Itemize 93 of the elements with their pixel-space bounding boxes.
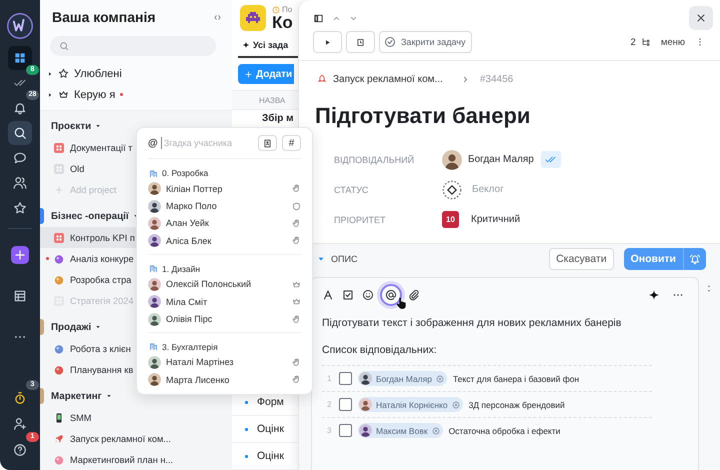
project-name: Розробка стра [70, 274, 132, 284]
team-title: 1. Дизайн [162, 264, 200, 274]
assignment-text: Текст для банера і базовий фон [452, 374, 580, 384]
group-title[interactable]: Бізнес -операції [51, 210, 129, 222]
favorites-item[interactable]: Улюблені [40, 63, 232, 84]
add-label: Додати [256, 68, 292, 80]
task-name[interactable]: Форм [257, 396, 284, 408]
assignment-text: Остаточна обробка і ефекти [448, 426, 560, 436]
member-name: Олівія Пірс [166, 314, 214, 324]
status-value: Беклог [472, 184, 504, 195]
cancel-button[interactable]: Скасувати [549, 248, 614, 270]
description-text: Підготувати текст і зображення для нових рекламних банерів [322, 317, 622, 329]
column-header: НАЗВА [259, 96, 286, 104]
member-name: Наталі Мартінез [166, 357, 235, 368]
member-name: Аліса Блек [166, 236, 212, 246]
project-name: Планування кв [70, 364, 134, 374]
mention-name: Богдан Маляр [376, 374, 432, 384]
field-label: ПРІОРИТЕТ [334, 214, 386, 224]
mention-search-field[interactable]: Згадка учасника [160, 137, 253, 149]
hashtag-button[interactable]: # [282, 135, 301, 151]
project-title: Ко [272, 14, 293, 32]
member-item[interactable]: Алан Уейк [148, 214, 301, 232]
task-name[interactable]: Оцінк [257, 450, 284, 462]
subtask-count: 2 [630, 36, 636, 48]
mention-chip[interactable]: Богдан Маляр [358, 371, 447, 386]
tab-label: Усі зада [253, 40, 288, 50]
member-name: Міла Сміт [166, 296, 208, 307]
assignment-text: 3Д персонаж брендовий [468, 400, 565, 410]
team-title: 3. Бухгалтерія [162, 342, 218, 352]
member-item[interactable]: Олексій Полонський [148, 276, 301, 293]
project-name: Аналіз конкуре [70, 254, 134, 264]
project-item[interactable]: SMM [40, 407, 136, 428]
project-name: Old [70, 164, 84, 174]
at-sign: @ [148, 138, 158, 148]
field-label: ВІДПОВІДАЛЬНИЙ [334, 154, 416, 164]
member-item[interactable]: Марко Поло [148, 197, 301, 215]
project-item[interactable]: Аналіз конкуре [40, 248, 136, 269]
member-item[interactable]: Міла Сміт [148, 292, 301, 310]
field-label: СТАТУС [334, 184, 370, 194]
project-item[interactable]: Розробка стра [40, 269, 136, 290]
team-title: 0. Розробка [162, 168, 208, 178]
member-item[interactable]: Кіліан Поттер [148, 180, 301, 198]
project-item[interactable]: Робота з клієн [40, 338, 136, 359]
project-item[interactable]: Планування кв [40, 359, 136, 380]
project-item[interactable]: Old [40, 158, 136, 179]
section-title: ОПИС [331, 254, 358, 264]
project-name: Запуск рекламної ком... [70, 434, 171, 444]
member-name: Олексій Полонський [166, 279, 252, 290]
task-title: Підготувати банери [315, 103, 532, 129]
member-item[interactable]: Олівія Пірс [148, 310, 301, 328]
menu-link[interactable]: меню [660, 36, 685, 48]
project-name: Робота з клієн [70, 344, 131, 354]
member-item[interactable]: Аліса Блек [148, 232, 301, 250]
mention-name: Максим Вовк [376, 426, 428, 436]
project-item[interactable]: Маркетинговий план н... [40, 449, 174, 470]
mention-name: Наталія Корнієнко [376, 400, 448, 410]
mention-chip[interactable]: Наталія Корнієнко [358, 397, 463, 412]
favorites-label: Керую я [74, 88, 116, 100]
row-number: 1 [327, 374, 332, 383]
member-name: Марта Лисенко [166, 374, 230, 385]
group-title[interactable]: Продажі [51, 322, 92, 332]
list-title: Список відповідальних: [322, 344, 438, 356]
project-name: Add project [70, 184, 116, 194]
member-name: Кіліан Поттер [166, 184, 224, 194]
priority-value: Критичний [471, 214, 520, 225]
project-item[interactable]: Документації т [40, 137, 136, 158]
group-title[interactable]: Маркетинг [51, 390, 102, 402]
task-id: #34456 [480, 74, 514, 84]
project-name: Стратегія 2024 [70, 296, 134, 306]
member-name: Марко Поло [166, 201, 218, 212]
project-name: Маркетинговий план н... [70, 454, 174, 464]
priority-badge: 10 [442, 211, 459, 228]
project-item[interactable]: Контроль KPI п [40, 227, 136, 248]
project-item[interactable]: Запуск рекламної ком... [40, 428, 171, 449]
task-name[interactable]: Оцінк [257, 423, 284, 435]
project-status: По [282, 5, 292, 14]
project-name: Документації т [70, 142, 132, 152]
project-name: SMM [70, 412, 92, 422]
breadcrumb-link[interactable]: Запуск рекламної ком... [333, 74, 443, 84]
favorites-item[interactable]: Керую я [40, 84, 232, 105]
member-name: Алан Уейк [166, 218, 210, 228]
favorites-label: Улюблені [74, 68, 122, 80]
task-name[interactable]: Збір м [262, 112, 294, 124]
assignee-name[interactable]: Богдан Маляр [468, 154, 534, 165]
group-title[interactable]: Проєкти [51, 120, 92, 132]
row-number: 2 [327, 400, 332, 409]
workspace-title: Ваша компанія [52, 9, 157, 25]
member-item[interactable]: Марта Лисенко [148, 371, 301, 389]
project-name: Контроль KPI п [70, 232, 135, 242]
close-task-button[interactable]: Закрити задачу [379, 31, 472, 53]
mention-chip[interactable]: Максим Вовк [358, 423, 443, 438]
row-number: 3 [327, 426, 332, 435]
member-item[interactable]: Наталі Мартінез [148, 354, 301, 372]
